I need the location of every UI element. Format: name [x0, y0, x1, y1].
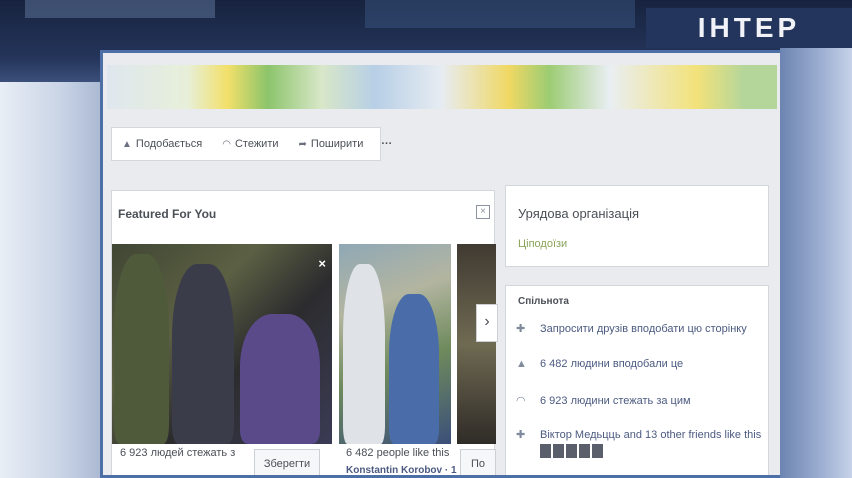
rss-icon: ◠ [222, 138, 231, 150]
friends-like-link[interactable]: ✚ Віктор Медьцць and 13 other friends li… [516, 428, 762, 442]
share-icon: ➦ [298, 138, 307, 150]
followers-count-item: ◠ 6 923 людини стежать за цим [516, 394, 691, 408]
invite-friends-link[interactable]: ✚ Запросити друзів вподобати цю сторінку [516, 322, 747, 336]
avatar[interactable] [566, 444, 577, 458]
featured-for-you-panel: Featured For You × × › 6 923 людей стежа… [111, 190, 498, 475]
card-caption: 6 482 people like this [346, 447, 450, 459]
invite-icon: ✚ [516, 323, 526, 335]
community-item-label: Віктор Медьцць and 13 other friends like… [540, 428, 762, 441]
person-figure [114, 254, 169, 444]
follow-label: Стежити [234, 138, 279, 150]
background-highlight [365, 0, 635, 28]
share-label: Поширити [310, 138, 364, 150]
like-page-button[interactable]: По [460, 449, 496, 475]
close-icon[interactable]: × [476, 205, 490, 219]
avatar[interactable] [579, 444, 590, 458]
community-item-label: Запросити друзів вподобати цю сторінку [540, 322, 747, 335]
more-options-button[interactable]: ··· [373, 128, 400, 160]
close-icon[interactable]: × [318, 256, 326, 271]
channel-logo: ІНТЕР [646, 8, 852, 48]
featured-card-image[interactable] [339, 244, 451, 444]
save-button[interactable]: Зберегти [254, 449, 320, 475]
person-figure [389, 294, 439, 444]
featured-card-image[interactable] [457, 244, 496, 444]
like-label: Подобається [135, 138, 203, 150]
follow-button[interactable]: ◠ Стежити [212, 128, 288, 160]
share-button[interactable]: ➦ Поширити [289, 128, 374, 160]
avatar[interactable] [540, 444, 551, 458]
background-left [0, 82, 102, 478]
cover-photo-map [107, 65, 777, 109]
page-status: Ціподоїзи [518, 238, 568, 250]
card-caption: 6 923 людей стежать з [120, 447, 236, 459]
community-panel: Спільнота ✚ Запросити друзів вподобати ц… [505, 285, 769, 475]
like-button[interactable]: ▲ Подобається [112, 128, 212, 160]
friends-icon: ✚ [516, 429, 526, 441]
facebook-page-screen: ▲ Подобається ◠ Стежити ➦ Поширити ··· F… [100, 50, 780, 478]
community-item-label: 6 482 людини вподобали це [540, 358, 684, 370]
avatar[interactable] [553, 444, 564, 458]
community-title: Спільнота [518, 296, 569, 307]
thumbs-up-icon: ▲ [122, 138, 132, 150]
community-item-label: 6 923 людини стежать за цим [540, 394, 691, 407]
featured-title: Featured For You [118, 207, 217, 221]
likes-count-item: ▲ 6 482 людини вподобали це [516, 358, 683, 370]
page-action-bar: ▲ Подобається ◠ Стежити ➦ Поширити ··· [111, 127, 392, 161]
page-category: Урядова організація [518, 206, 639, 221]
like-icon: ▲ [516, 358, 527, 370]
background-highlight [25, 0, 215, 18]
person-figure [172, 264, 234, 444]
avatar[interactable] [592, 444, 603, 458]
person-figure [240, 314, 320, 444]
rss-icon: ◠ [516, 395, 526, 407]
next-arrow-icon[interactable]: › [476, 304, 498, 342]
background-right [780, 40, 852, 478]
card-subcaption[interactable]: Konstantin Korobov · 1 [346, 465, 457, 475]
page-info-panel: Урядова організація Ціподоїзи [505, 185, 769, 267]
friend-avatars [540, 444, 605, 458]
featured-card-image[interactable]: × [112, 244, 332, 444]
person-figure [343, 264, 385, 444]
